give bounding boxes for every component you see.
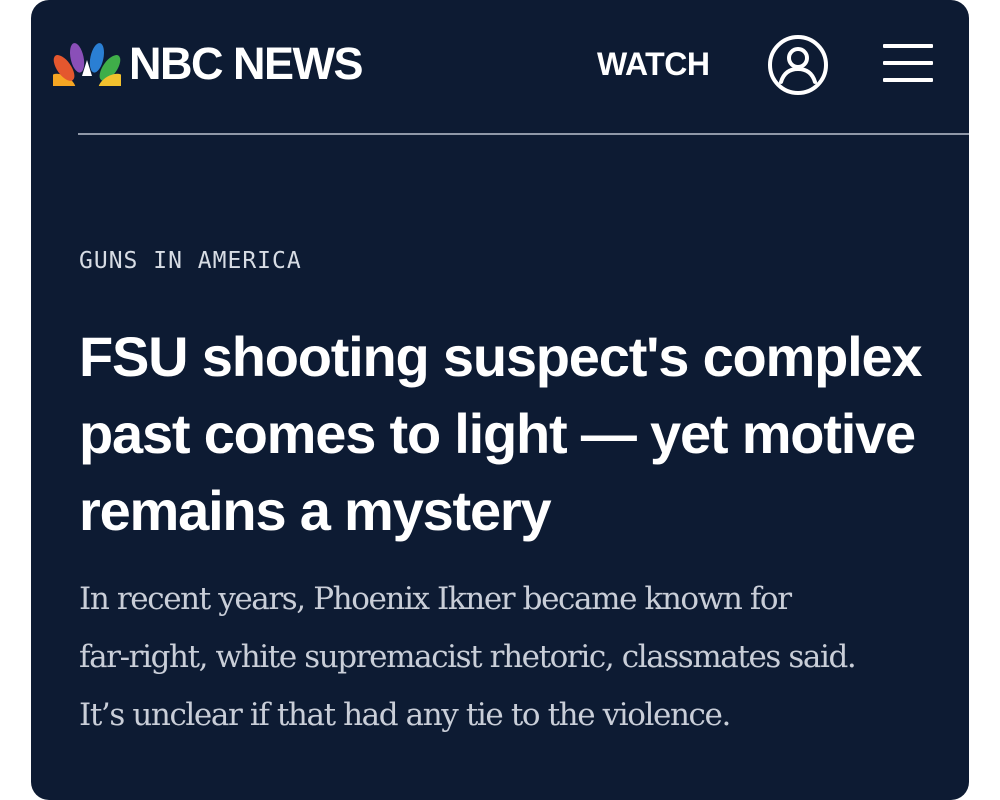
dek-line: It’s unclear if that had any tie to the … xyxy=(79,697,731,733)
nbc-news-logo[interactable]: NBC NEWS xyxy=(53,36,364,92)
article-card: NBC NEWS WATCH GUNS IN AMERICA FSU shoot… xyxy=(31,0,969,800)
dek-line: far-right, white supremacist rhetoric, c… xyxy=(79,639,857,675)
article-dek: In recent years, Phoenix Ikner became kn… xyxy=(79,570,959,744)
site-header: NBC NEWS WATCH xyxy=(31,0,969,134)
article-headline: FSU shooting suspect's complex past come… xyxy=(79,325,923,542)
menu-bar xyxy=(883,78,933,82)
menu-bar xyxy=(883,61,933,65)
user-account-icon[interactable] xyxy=(767,34,829,96)
brand-name: NBC NEWS xyxy=(129,38,364,89)
header-divider xyxy=(78,133,969,135)
hamburger-menu-icon[interactable] xyxy=(883,42,933,84)
dek-line: In recent years, Phoenix Ikner became kn… xyxy=(79,581,792,617)
section-label[interactable]: GUNS IN AMERICA xyxy=(79,248,302,274)
nbc-peacock-icon xyxy=(53,43,121,86)
watch-link[interactable]: WATCH xyxy=(597,40,710,88)
menu-bar xyxy=(883,44,933,48)
